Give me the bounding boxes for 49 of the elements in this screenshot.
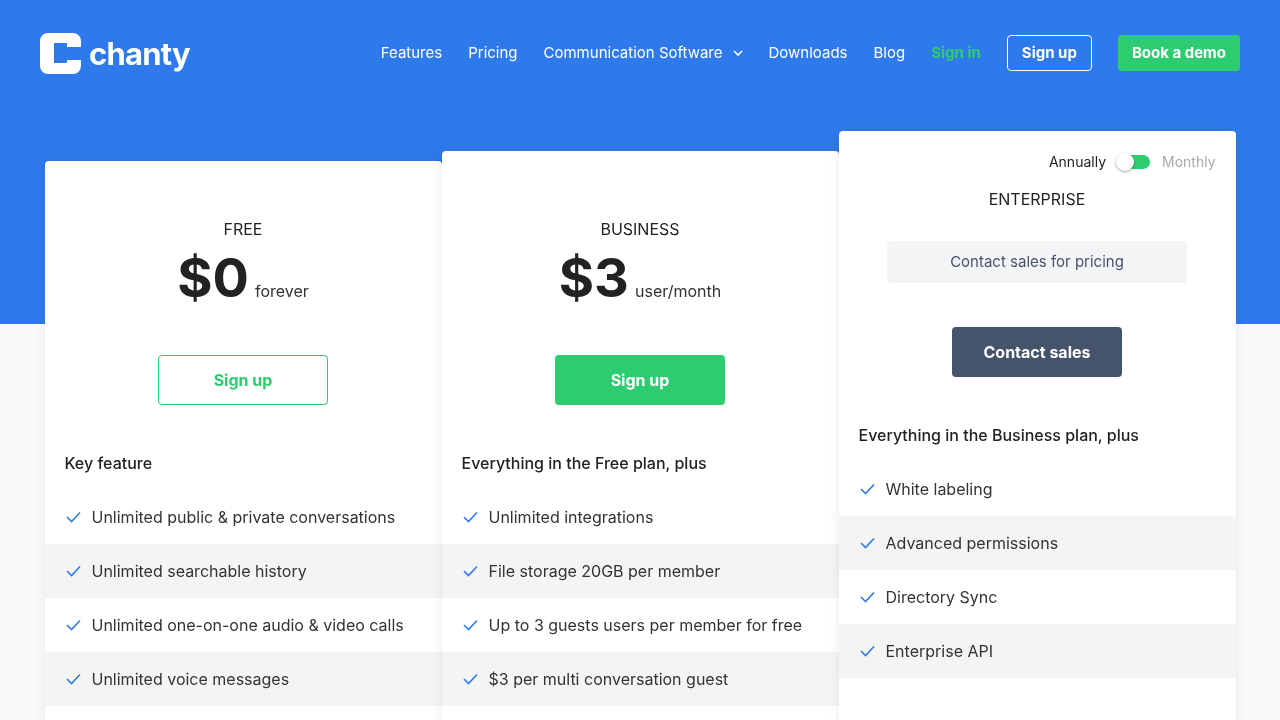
check-icon xyxy=(462,565,478,577)
check-icon xyxy=(65,673,81,685)
feature-text: $3 per multi conversation guest xyxy=(488,668,729,691)
check-icon xyxy=(65,619,81,631)
check-icon xyxy=(65,565,81,577)
feature-text: Unlimited one-on-one audio & video calls xyxy=(91,614,404,637)
plan-price: $0 xyxy=(177,251,249,305)
sign-up-button[interactable]: Sign up xyxy=(1006,35,1092,71)
feature-text: White labeling xyxy=(885,478,993,501)
features-intro: Everything in the Free plan, plus xyxy=(460,452,708,475)
billing-toggle[interactable] xyxy=(1118,154,1150,169)
plan-name: ENTERPRISE xyxy=(988,188,1086,211)
check-icon xyxy=(462,619,478,631)
feature-text: Up to 3 guests users per member for free xyxy=(488,614,803,637)
feature-text: Advanced permissions xyxy=(885,532,1059,555)
check-icon xyxy=(859,537,875,549)
plan-name: FREE xyxy=(223,218,263,241)
check-icon xyxy=(859,645,875,657)
nav-dropdown[interactable]: Communication Software xyxy=(543,41,743,65)
plan-action-button[interactable]: Contact sales xyxy=(952,327,1122,377)
feature-text: Unlimited searchable history xyxy=(91,560,307,583)
price-period: forever xyxy=(254,280,309,303)
check-icon xyxy=(462,673,478,685)
billing-option[interactable]: Annually xyxy=(1048,151,1106,172)
nav-link[interactable]: Features xyxy=(380,41,443,65)
feature-text: Unlimited public & private conversations xyxy=(91,506,396,529)
features-intro: Everything in the Business plan, plus xyxy=(857,424,1140,447)
plan-action-button[interactable]: Sign up xyxy=(158,355,328,405)
chevron-down-icon xyxy=(732,50,743,56)
feature-text: File storage 20GB per member xyxy=(488,560,721,583)
feature-text: Directory Sync xyxy=(885,586,998,609)
price-period: user/month xyxy=(635,280,722,303)
book-demo-button[interactable]: Book a demo xyxy=(1117,35,1240,71)
check-icon xyxy=(462,511,478,523)
plan-action-button[interactable]: Sign up xyxy=(555,355,725,405)
plan-price: $3 xyxy=(558,251,629,305)
check-icon xyxy=(859,591,875,603)
check-icon xyxy=(65,511,81,523)
features-intro: Key feature xyxy=(63,452,154,475)
pricing-note: Contact sales for pricing xyxy=(887,241,1187,283)
nav-link[interactable]: Pricing xyxy=(468,41,518,65)
feature-text: Unlimited integrations xyxy=(488,506,654,529)
billing-option[interactable]: Monthly xyxy=(1162,151,1216,172)
plan-name: BUSINESS xyxy=(600,218,680,241)
feature-text: Enterprise API xyxy=(885,640,994,663)
check-icon xyxy=(859,483,875,495)
nav-link[interactable]: Downloads xyxy=(768,41,848,65)
nav-link[interactable]: Blog xyxy=(873,41,906,65)
feature-text: Unlimited voice messages xyxy=(91,668,290,691)
